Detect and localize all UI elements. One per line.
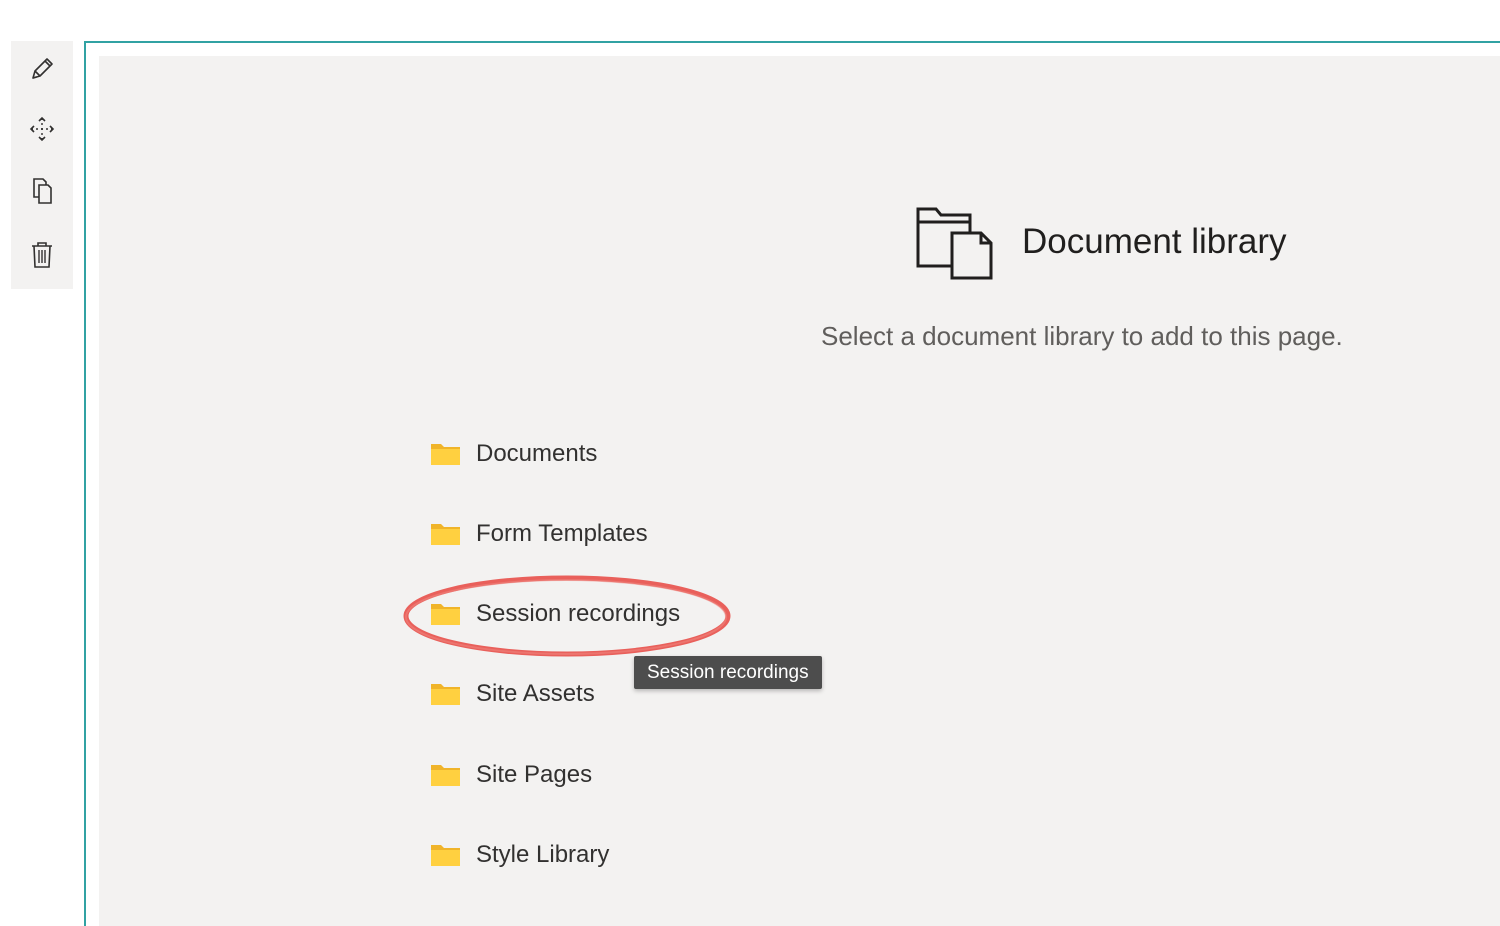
folder-icon: [431, 684, 460, 705]
library-label: Site Assets: [476, 680, 595, 707]
placeholder-title: Document library: [1022, 222, 1287, 261]
library-label: Site Pages: [476, 761, 593, 788]
library-item-form-templates[interactable]: Form Templates: [430, 512, 648, 556]
folder-icon: [431, 845, 460, 866]
trash-icon: [32, 242, 52, 268]
highlight-annotation: [403, 575, 731, 657]
page: Document library Select a document libra…: [0, 0, 1500, 926]
library-item-site-pages[interactable]: Site Pages: [430, 753, 592, 797]
folder-icon: [431, 765, 460, 786]
library-label: Documents: [476, 440, 598, 467]
folder-icon: [431, 444, 460, 465]
document-library-placeholder: [99, 56, 1500, 926]
document-library-icon: [916, 207, 993, 280]
duplicate-icon: [33, 178, 52, 204]
library-item-site-assets[interactable]: Site Assets: [430, 672, 595, 716]
placeholder-description: Select a document library to add to this…: [821, 321, 1343, 351]
library-item-documents[interactable]: Documents: [430, 432, 597, 476]
delete-web-part-button[interactable]: [22, 235, 62, 275]
edit-web-part-button[interactable]: [22, 49, 62, 89]
move-web-part-button[interactable]: [22, 109, 62, 149]
library-label: Style Library: [476, 841, 610, 868]
pencil-icon: [32, 58, 53, 79]
move-icon: [29, 116, 55, 142]
web-part-toolbar: [11, 41, 73, 289]
folder-icon: [431, 524, 460, 545]
library-label: Form Templates: [476, 520, 648, 547]
library-item-style-library[interactable]: Style Library: [430, 833, 609, 877]
tooltip: Session recordings: [634, 656, 822, 689]
duplicate-web-part-button[interactable]: [22, 171, 62, 211]
